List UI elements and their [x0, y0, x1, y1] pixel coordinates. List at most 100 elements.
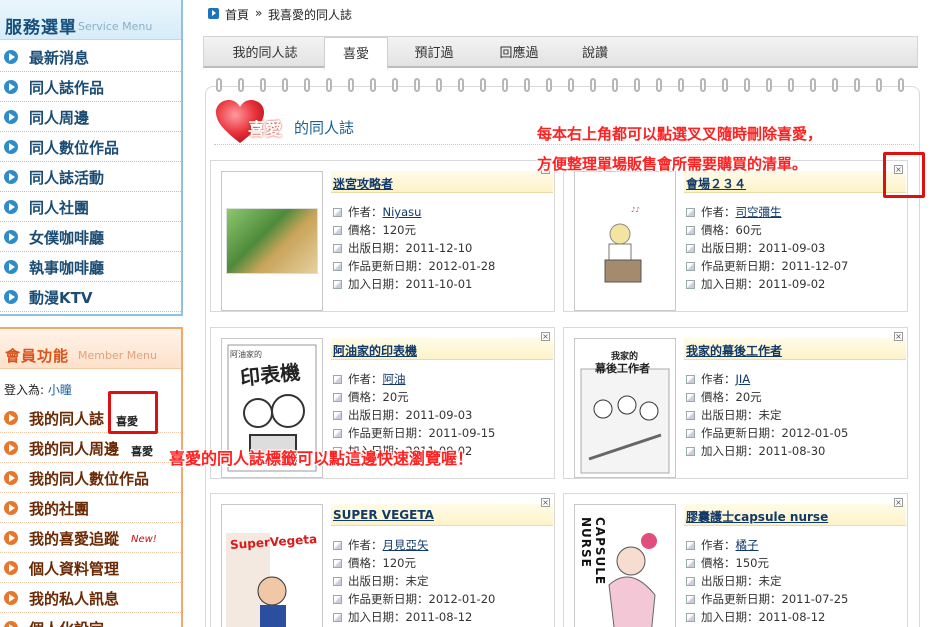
- document-icon: [686, 577, 695, 586]
- tab-preordered[interactable]: 預訂過: [394, 37, 474, 68]
- svg-text:♪♪: ♪♪: [631, 206, 640, 214]
- tab-bar: 我的同人誌 喜愛 預訂過 回應過 說讚: [203, 36, 918, 70]
- document-icon: [686, 559, 695, 568]
- login-user-link[interactable]: 小瞳: [48, 383, 72, 397]
- service-menu-item[interactable]: 同人社團: [0, 192, 181, 222]
- book-author-link[interactable]: 阿油: [383, 372, 406, 386]
- member-menu-title: 會員功能: [5, 347, 70, 365]
- book-author-link[interactable]: 橘子: [736, 538, 759, 552]
- member-menu-item[interactable]: 我的同人周邊 喜愛: [0, 433, 181, 463]
- binder-ring: [612, 78, 618, 92]
- home-arrow-icon: [208, 8, 219, 19]
- tab-replied[interactable]: 回應過: [479, 37, 559, 68]
- book-pub-date-value: 未定: [758, 574, 782, 588]
- member-menu-item[interactable]: 我的同人數位作品: [0, 463, 181, 493]
- document-icon: [333, 280, 342, 289]
- book-pub-date-row: 出版日期：未定: [686, 407, 782, 423]
- binder-ring: [722, 78, 728, 92]
- favorite-tag-link[interactable]: 喜愛: [131, 443, 153, 459]
- service-menu-item[interactable]: 同人數位作品: [0, 132, 181, 162]
- binder-ring: [634, 78, 640, 92]
- remove-favorite-close-icon[interactable]: ×: [894, 498, 903, 507]
- tab-my-doujinshi[interactable]: 我的同人誌: [204, 37, 326, 68]
- document-icon: [333, 262, 342, 271]
- binder-ring: [326, 78, 332, 92]
- service-menu-item[interactable]: 最新消息: [0, 42, 181, 72]
- annotation-delete-line2: 方便整理單場販售會所需要購買的清單。: [537, 155, 808, 173]
- document-icon: [333, 375, 342, 384]
- play-bullet-icon: [4, 80, 18, 94]
- book-pub-date-value: 2011-12-10: [405, 241, 473, 255]
- book-title-link[interactable]: 迷宮攻略者: [333, 175, 393, 192]
- book-pub-date-row: 出版日期：2011-09-03: [333, 407, 472, 423]
- book-added-value: 2011-08-30: [758, 444, 826, 458]
- book-added-label: 加入日期：: [348, 610, 406, 624]
- cover-backstage[interactable]: 我家的 幕後工作者: [574, 338, 676, 478]
- book-added-row: 加入日期：2011-08-30: [686, 443, 825, 459]
- breadcrumb-home-link[interactable]: 首頁: [225, 6, 249, 23]
- member-menu-item-label: 我的社團: [29, 500, 90, 518]
- document-icon: [686, 393, 695, 402]
- service-menu-item[interactable]: 女僕咖啡廳: [0, 222, 181, 252]
- document-icon: [686, 613, 695, 622]
- cover-vegeta[interactable]: SuperVegeta: [221, 504, 323, 627]
- book-price-label: 價格：: [701, 556, 736, 570]
- document-icon: [686, 262, 695, 271]
- book-author-link[interactable]: 司空彌生: [736, 205, 782, 219]
- member-menu-item[interactable]: 個人資料管理: [0, 553, 181, 583]
- service-menu-item[interactable]: 同人周邊: [0, 102, 181, 132]
- service-menu-item-label: 同人誌活動: [29, 169, 105, 187]
- tab-liked[interactable]: 說讚: [559, 37, 631, 68]
- play-bullet-icon: [4, 411, 18, 425]
- remove-favorite-close-icon[interactable]: ×: [541, 332, 550, 341]
- book-title-link[interactable]: 阿油家的印表機: [333, 342, 417, 359]
- member-menu-item[interactable]: 我的社團: [0, 493, 181, 523]
- book-title-link[interactable]: SUPER VEGETA: [333, 508, 434, 522]
- service-menu-item[interactable]: 動漫KTV: [0, 282, 181, 312]
- binder-ring: [260, 78, 266, 92]
- book-updated-row: 作品更新日期：2011-09-15: [333, 425, 495, 441]
- binder-ring: [304, 78, 310, 92]
- cover-capsule[interactable]: CAPSULE NURSE: [574, 504, 676, 627]
- book-pub-date-row: 出版日期：2011-09-03: [686, 240, 825, 256]
- book-author-label: 作者：: [348, 372, 383, 386]
- service-menu-item[interactable]: 執事咖啡廳: [0, 252, 181, 282]
- play-bullet-icon: [4, 471, 18, 485]
- binder-ring: [832, 78, 838, 92]
- remove-favorite-close-icon[interactable]: ×: [894, 332, 903, 341]
- book-added-value: 2011-08-12: [758, 610, 826, 624]
- member-menu-item[interactable]: 個人化設定: [0, 613, 181, 627]
- member-menu-item-label: 個人化設定: [29, 618, 104, 627]
- service-menu-item[interactable]: 同人誌作品: [0, 72, 181, 102]
- cover-maze[interactable]: [221, 171, 323, 311]
- document-icon: [686, 411, 695, 420]
- book-author-link[interactable]: Niyasu: [383, 205, 422, 219]
- play-bullet-icon: [4, 531, 18, 545]
- book-added-label: 加入日期：: [701, 610, 759, 624]
- binder-ring: [348, 78, 354, 92]
- book-title-link[interactable]: 我家的幕後工作者: [686, 342, 782, 359]
- book-author-link[interactable]: 月見亞矢: [383, 538, 429, 552]
- book-pub-date-row: 出版日期：未定: [333, 573, 429, 589]
- member-menu-item-label: 我的同人周邊: [29, 440, 120, 458]
- binder-ring: [656, 78, 662, 92]
- service-menu-item[interactable]: 同人誌活動: [0, 162, 181, 192]
- book-title-link[interactable]: 膠囊護士capsule nurse: [686, 508, 828, 525]
- tab-favorites[interactable]: 喜愛: [324, 37, 388, 70]
- member-menu-list: 我的同人誌 喜愛 我的同人周邊 喜愛 我的同人數位作品 我的社團 我的喜愛追蹤 New…: [0, 403, 181, 627]
- book-author-row: 作者：Niyasu: [333, 204, 421, 220]
- binder-ring: [590, 78, 596, 92]
- book-author-link[interactable]: JIA: [736, 372, 751, 386]
- book-price-row: 價格：20元: [333, 389, 409, 405]
- member-menu-item[interactable]: 我的喜愛追蹤 New!: [0, 523, 181, 553]
- book-title-link[interactable]: 會場２３４: [686, 175, 746, 192]
- book-price-label: 價格：: [348, 556, 383, 570]
- binder-ring: [370, 78, 376, 92]
- remove-favorite-close-icon[interactable]: ×: [541, 498, 550, 507]
- book-pub-date-value: 未定: [405, 574, 429, 588]
- cover-venue[interactable]: ♪♪: [574, 171, 676, 311]
- book-added-label: 加入日期：: [348, 277, 406, 291]
- member-menu-item-label: 個人資料管理: [29, 560, 120, 578]
- member-menu-item[interactable]: 我的私人訊息: [0, 583, 181, 613]
- book-author-label: 作者：: [701, 205, 736, 219]
